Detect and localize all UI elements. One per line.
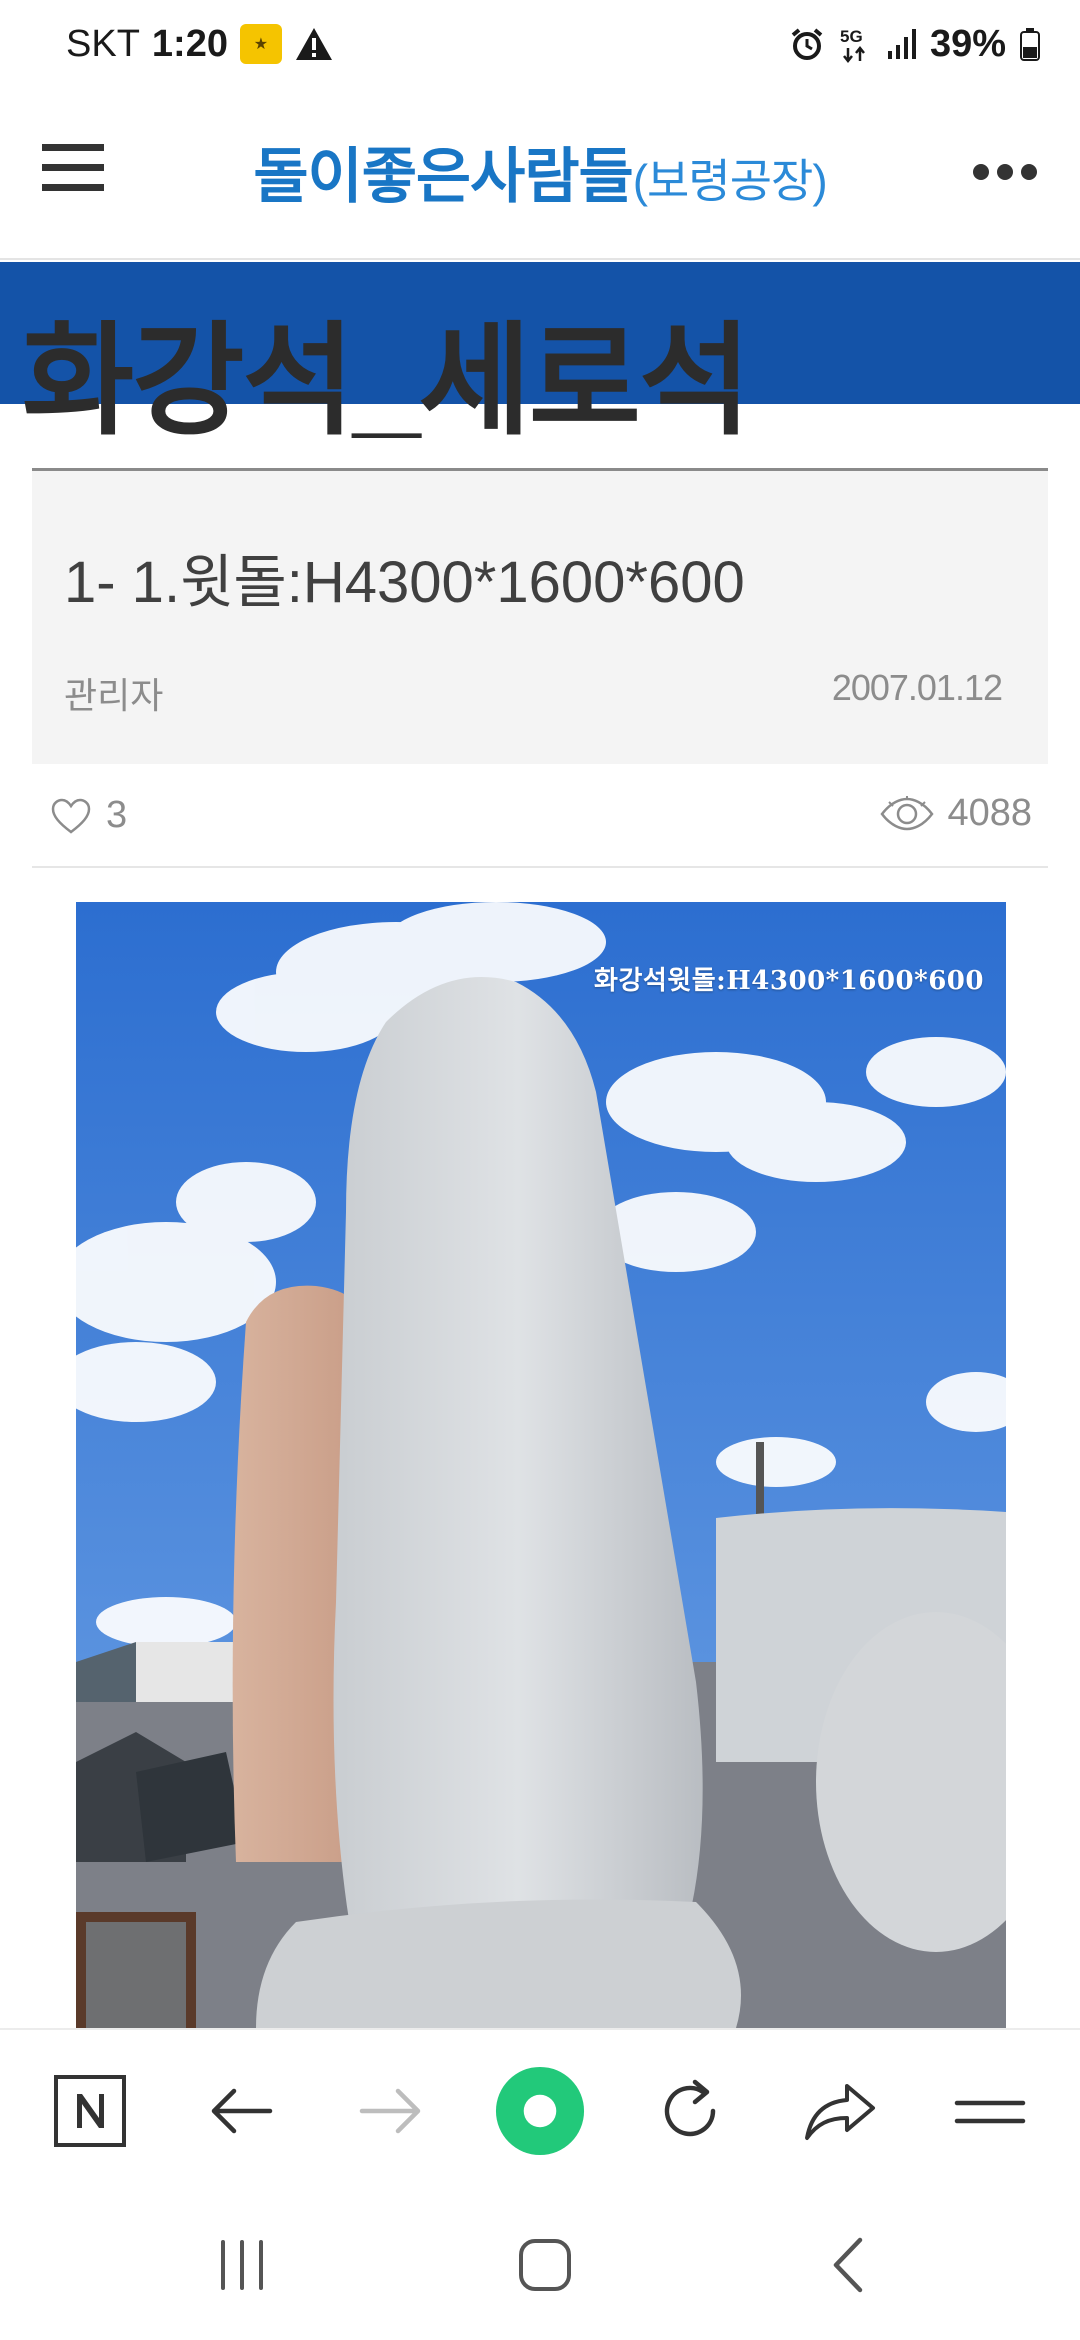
5g-icon: 5G — [840, 27, 865, 64]
photo-caption: 화강석윗돌:H4300*1600*600 — [594, 966, 984, 996]
reload-icon[interactable] — [645, 2066, 735, 2156]
carrier-label: SKT — [66, 22, 140, 65]
clock: 1:20 — [151, 22, 228, 65]
battery-percent: 39% — [929, 22, 1006, 65]
forward-icon[interactable] — [346, 2066, 436, 2156]
post-header: 1- 1.윗돌:H4300*1600*600 관리자 2007.01.12 — [32, 468, 1048, 764]
post-stats: 3 4088 — [32, 764, 1048, 868]
more-icon[interactable] — [970, 160, 1040, 184]
stone-photo-illustration — [76, 902, 1006, 2028]
like-count: 3 — [106, 794, 128, 836]
board-title: 화강석_세로석 — [22, 313, 751, 449]
browser-toolbar — [0, 2028, 1080, 2188]
battery-icon — [1020, 28, 1040, 61]
back-icon[interactable] — [196, 2066, 286, 2156]
like-button[interactable]: 3 — [50, 794, 127, 837]
view-count: 4088 — [947, 792, 1032, 834]
post-title: 1- 1.윗돌:H4300*1600*600 — [64, 550, 745, 615]
app-bar: 돌이좋은사람들(보령공장) — [0, 82, 1080, 260]
eye-icon — [880, 795, 935, 830]
status-left: SKT 1:20 ★ — [66, 22, 334, 65]
naver-icon[interactable] — [45, 2066, 135, 2156]
brand-sub-label: (보령공장) — [632, 155, 828, 207]
view-counter: 4088 — [879, 792, 1032, 835]
status-bar: SKT 1:20 ★ 5G 39% — [0, 0, 1080, 82]
warning-icon — [295, 28, 332, 60]
home-green-icon[interactable] — [495, 2066, 585, 2156]
kb-bank-icon: ★ — [239, 24, 282, 64]
home-icon[interactable] — [500, 2230, 590, 2300]
post-date: 2007.01.12 — [831, 667, 1003, 708]
post-author[interactable]: 관리자 — [64, 667, 163, 719]
status-right: 5G 39% — [790, 22, 1040, 65]
svg-text:5G: 5G — [840, 27, 863, 46]
share-icon[interactable] — [795, 2066, 885, 2156]
brand-main-label: 돌이좋은사람들 — [253, 143, 633, 210]
signal-icon — [887, 29, 916, 59]
post-photo[interactable]: 화강석윗돌:H4300*1600*600 — [76, 902, 1006, 2028]
heart-icon — [51, 798, 91, 834]
system-nav-bar — [0, 2188, 1080, 2340]
menu-lines-icon[interactable] — [945, 2066, 1035, 2156]
back-chevron-icon[interactable] — [803, 2230, 893, 2300]
site-logo[interactable]: 돌이좋은사람들(보령공장) — [0, 128, 1080, 215]
recents-icon[interactable] — [197, 2230, 287, 2300]
alarm-icon — [791, 28, 823, 60]
